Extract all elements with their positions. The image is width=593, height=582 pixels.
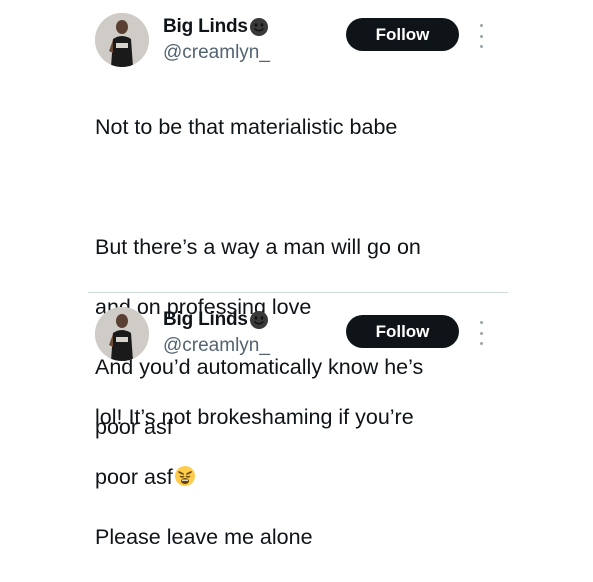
- tweet-line: Not to be that materialistic babe: [95, 115, 398, 139]
- tweet-1: Big Linds @creamlyn_ Follow Not to be th…: [0, 0, 593, 439]
- author-name-row[interactable]: Big Linds: [163, 16, 269, 38]
- divider: [88, 292, 508, 293]
- follow-button[interactable]: Follow: [346, 315, 459, 348]
- author-name[interactable]: Big Linds: [163, 309, 248, 331]
- author-handle[interactable]: @creamlyn_: [163, 42, 270, 64]
- avatar[interactable]: [95, 307, 149, 361]
- dark-smiling-face-icon: [249, 310, 269, 330]
- more-options-icon[interactable]: [474, 321, 488, 345]
- tweet-line-text: poor asf: [95, 465, 173, 489]
- tweet-line: But there’s a way a man will go on: [95, 235, 421, 259]
- dark-smiling-face-icon: [249, 17, 269, 37]
- avatar[interactable]: [95, 13, 149, 67]
- author-handle[interactable]: @creamlyn_: [163, 335, 270, 357]
- follow-button[interactable]: Follow: [346, 18, 459, 51]
- tweet-line: lol! It’s not brokeshaming if you’re: [95, 405, 414, 429]
- tweet-2: Big Linds @creamlyn_ Follow lol! It’s no…: [0, 296, 593, 549]
- tweet-line: Please leave me alone: [95, 525, 313, 549]
- weary-face-icon: [174, 465, 196, 487]
- tweet-line: [95, 172, 535, 202]
- author-name[interactable]: Big Linds: [163, 16, 248, 38]
- tweet-line-with-emoji: poor asf: [95, 462, 535, 492]
- more-options-icon[interactable]: [474, 24, 488, 48]
- tweet-text: lol! It’s not brokeshaming if you’re poo…: [95, 372, 535, 582]
- author-name-row[interactable]: Big Linds: [163, 309, 269, 331]
